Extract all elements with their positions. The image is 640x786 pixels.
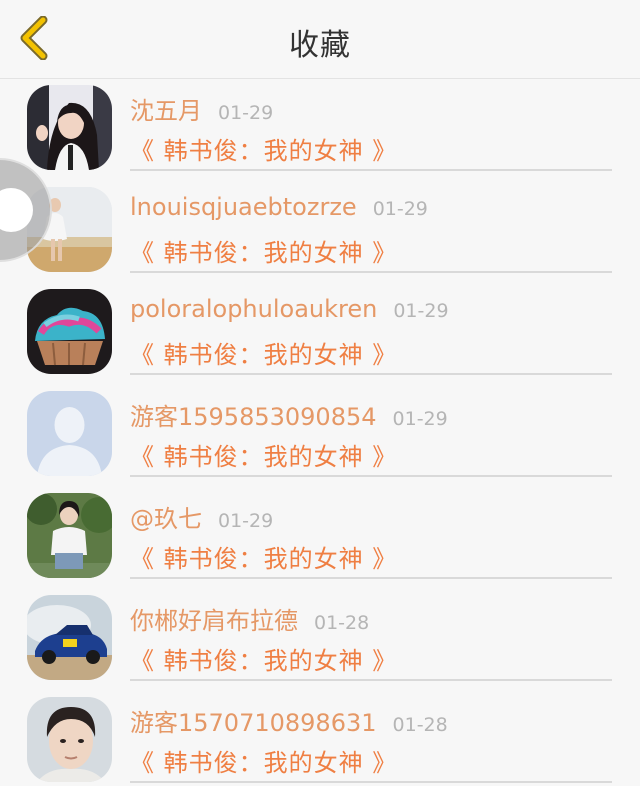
work-title[interactable]: 《 韩书俊：我的女神 》: [130, 539, 397, 574]
username[interactable]: 游客1595853090854: [130, 403, 377, 431]
username[interactable]: poloralophuloaukren: [130, 295, 377, 323]
username[interactable]: 沈五月: [130, 97, 202, 125]
favorite-entry: lnouisqjuaebtozrze 01-29 《 韩书俊：我的女神 》: [130, 181, 612, 273]
favorite-entry: 游客1595853090854 01-29 《 韩书俊：我的女神 》: [130, 385, 612, 477]
date: 01-29: [372, 198, 428, 220]
page-title: 收藏: [289, 28, 351, 63]
work-title[interactable]: 《 韩书俊：我的女神 》: [130, 743, 397, 778]
work-title[interactable]: 《 韩书俊：我的女神 》: [130, 437, 397, 472]
top-bar: 收藏: [0, 0, 640, 79]
list-item[interactable]: 游客1595853090854 01-29 《 韩书俊：我的女神 》: [0, 385, 640, 487]
work-title[interactable]: 《 韩书俊：我的女神 》: [130, 131, 397, 166]
rally-car-avatar[interactable]: [27, 595, 112, 680]
list-item[interactable]: @玖七 01-29 《 韩书俊：我的女神 》: [0, 487, 640, 589]
boy-portrait-avatar[interactable]: [27, 697, 112, 782]
assistive-dot-icon: [0, 188, 33, 232]
username[interactable]: @玖七: [130, 505, 202, 533]
girl-portrait-avatar[interactable]: [27, 85, 112, 170]
work-title[interactable]: 《 韩书俊：我的女神 》: [130, 233, 397, 268]
username[interactable]: lnouisqjuaebtozrze: [130, 193, 357, 221]
list-item[interactable]: poloralophuloaukren 01-29 《 韩书俊：我的女神 》: [0, 283, 640, 385]
date: 01-29: [393, 300, 449, 322]
favorite-entry: 游客1570710898631 01-28 《 韩书俊：我的女神 》: [130, 691, 612, 783]
date: 01-28: [314, 612, 370, 634]
date: 01-28: [392, 714, 448, 736]
list-item[interactable]: 沈五月 01-29 《 韩书俊：我的女神 》: [0, 79, 640, 181]
girl-outdoor-avatar[interactable]: [27, 493, 112, 578]
work-title[interactable]: 《 韩书俊：我的女神 》: [130, 335, 397, 370]
favorite-entry: @玖七 01-29 《 韩书俊：我的女神 》: [130, 487, 612, 579]
favorite-entry: poloralophuloaukren 01-29 《 韩书俊：我的女神 》: [130, 283, 612, 375]
list-item[interactable]: 你郴好肩布拉德 01-28 《 韩书俊：我的女神 》: [0, 589, 640, 691]
list-item[interactable]: lnouisqjuaebtozrze 01-29 《 韩书俊：我的女神 》: [0, 181, 640, 283]
favorite-entry: 你郴好肩布拉德 01-28 《 韩书俊：我的女神 》: [130, 589, 612, 681]
default-person-avatar[interactable]: [27, 391, 112, 476]
list-item[interactable]: 游客1570710898631 01-28 《 韩书俊：我的女神 》: [0, 691, 640, 786]
date: 01-29: [392, 408, 448, 430]
username[interactable]: 你郴好肩布拉德: [130, 607, 298, 635]
favorites-list: 沈五月 01-29 《 韩书俊：我的女神 》 lnouisqjuaebtozrz…: [0, 79, 640, 786]
username[interactable]: 游客1570710898631: [130, 709, 377, 737]
date: 01-29: [218, 102, 274, 124]
favorite-entry: 沈五月 01-29 《 韩书俊：我的女神 》: [130, 79, 612, 171]
favorites-screen: 收藏 沈五月 01-29 《 韩书俊：我的女神 》 lnouisqjuaebto…: [0, 0, 640, 786]
work-title[interactable]: 《 韩书俊：我的女神 》: [130, 641, 397, 676]
cupcake-avatar[interactable]: [27, 289, 112, 374]
date: 01-29: [218, 510, 274, 532]
